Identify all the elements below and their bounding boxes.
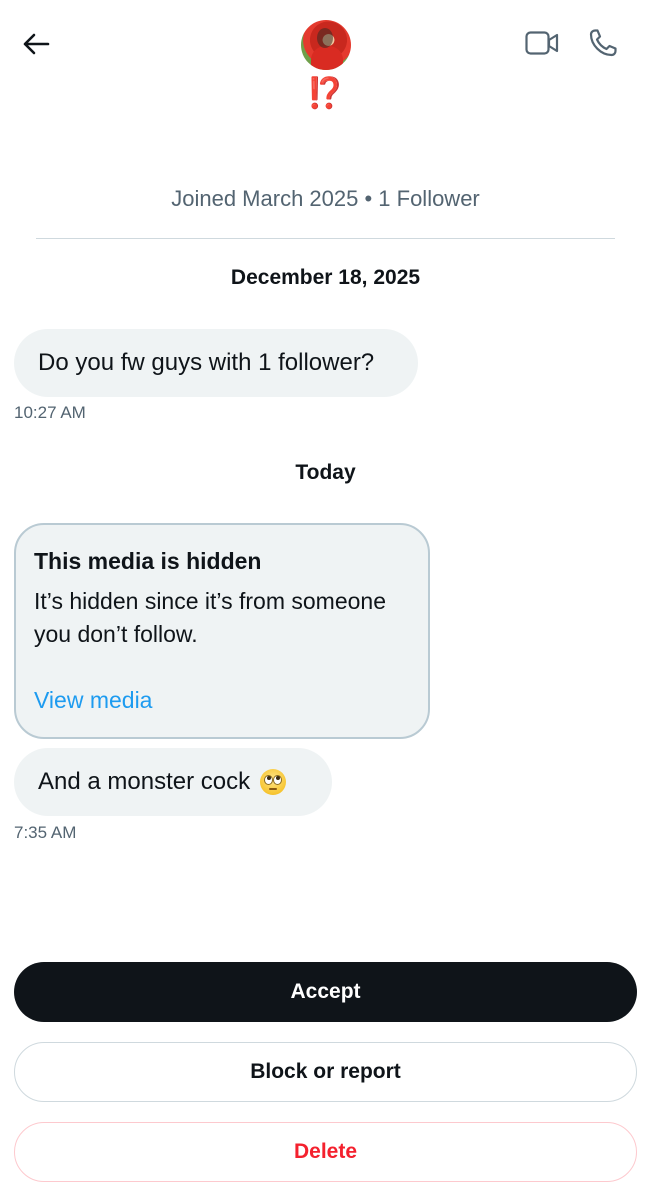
date-separator: December 18, 2025 bbox=[230, 266, 421, 289]
dm-request-screen: ⁉️ Joined March 2025 • 1 Follower Decemb… bbox=[0, 0, 651, 1200]
message-timestamp: 10:27 AM bbox=[14, 403, 86, 422]
message-text: Do you fw guys with 1 follower? bbox=[38, 349, 375, 376]
accept-button[interactable]: Accept bbox=[14, 962, 637, 1022]
back-button[interactable] bbox=[18, 28, 54, 64]
video-call-icon bbox=[525, 30, 559, 61]
date-separator: Today bbox=[295, 461, 356, 484]
hidden-media-card: This media is hidden It’s hidden since i… bbox=[14, 523, 430, 739]
hidden-media-title: This media is hidden bbox=[34, 548, 262, 574]
avatar[interactable] bbox=[301, 20, 351, 70]
message-bubble[interactable]: And a monster cock bbox=[14, 748, 332, 816]
phone-call-icon bbox=[588, 28, 618, 63]
hidden-media-description: It’s hidden since it’s from someone you … bbox=[34, 588, 386, 647]
profile-meta: Joined March 2025 • 1 Follower bbox=[171, 186, 480, 211]
message-bubble[interactable]: Do you fw guys with 1 follower? bbox=[14, 329, 418, 397]
message-timestamp: 7:35 AM bbox=[14, 823, 77, 842]
block-or-report-button[interactable]: Block or report bbox=[14, 1042, 637, 1102]
video-call-button[interactable] bbox=[523, 28, 561, 62]
divider bbox=[36, 238, 615, 239]
message-text: And a monster cock bbox=[38, 768, 251, 795]
display-name[interactable]: ⁉️ bbox=[0, 76, 651, 112]
delete-button[interactable]: Delete bbox=[14, 1122, 637, 1182]
view-media-link[interactable]: View media bbox=[34, 687, 152, 714]
back-arrow-icon bbox=[22, 32, 50, 61]
phone-call-button[interactable] bbox=[585, 27, 621, 63]
face-with-rolling-eyes-icon bbox=[260, 769, 287, 795]
